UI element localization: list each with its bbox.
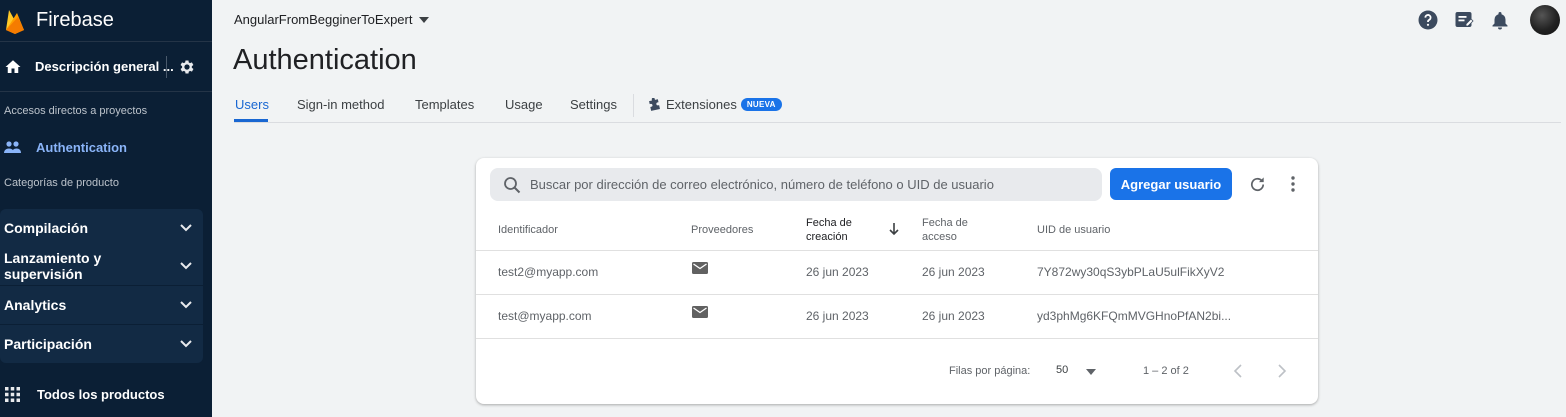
brand[interactable]: Firebase [0, 0, 212, 42]
search-field[interactable]: Buscar por dirección de correo electróni… [490, 168, 1102, 201]
column-header-created[interactable]: Fecha de creación [806, 216, 852, 244]
sidebar-group-build[interactable]: Compilación [0, 209, 203, 247]
page-title: Authentication [233, 44, 417, 76]
sidebar-item-all-products-label: Todos los productos [37, 387, 165, 402]
sidebar-item-overview-label: Descripción general ... [35, 59, 174, 74]
tab-bar: Users Sign-in method Templates Usage Set… [234, 88, 1561, 123]
user-uid[interactable]: 7Y872wy30qS3ybPLaU5ulFikXyV2 [1037, 265, 1224, 279]
sidebar: Firebase Descripción general ... Accesos… [0, 0, 212, 417]
brand-name: Firebase [36, 9, 114, 31]
chevron-left-icon[interactable] [1233, 364, 1243, 378]
search-icon [504, 176, 521, 193]
project-selector[interactable]: AngularFromBegginerToExpert [234, 12, 430, 27]
help-icon[interactable] [1418, 10, 1438, 30]
user-created-date: 26 jun 2023 [806, 265, 869, 279]
active-tab-indicator [234, 119, 268, 122]
sidebar-group-label: Lanzamiento y supervisión [4, 250, 102, 282]
chevron-right-icon[interactable] [1277, 364, 1287, 378]
mail-icon [692, 262, 708, 274]
user-identifier: test@myapp.com [498, 309, 592, 323]
tab-users[interactable]: Users [235, 97, 269, 112]
user-created-date: 26 jun 2023 [806, 309, 869, 323]
sidebar-group-label: Compilación [4, 220, 89, 236]
home-icon [5, 59, 21, 73]
shortcuts-section-label: Accesos directos a proyectos [4, 105, 148, 117]
column-header-created-line1: Fecha de [806, 217, 852, 229]
user-signed-in-date: 26 jun 2023 [922, 265, 985, 279]
user-avatar[interactable] [1530, 5, 1560, 35]
column-header-identifier[interactable]: Identificador [498, 223, 558, 237]
chevron-down-icon [180, 262, 192, 270]
chevron-down-icon [180, 301, 192, 309]
column-header-created-line2: creación [806, 231, 848, 243]
search-input[interactable]: Buscar por dirección de correo electróni… [530, 177, 994, 192]
pagination-range: 1 – 2 of 2 [1143, 365, 1189, 377]
chevron-down-icon [180, 224, 192, 232]
tab-templates[interactable]: Templates [415, 97, 474, 112]
rows-per-page-select[interactable]: 50 [1056, 364, 1068, 376]
firebase-logo-icon [6, 9, 24, 34]
more-vert-icon[interactable] [1284, 175, 1302, 193]
sidebar-group-engage[interactable]: Participación [0, 325, 203, 363]
apps-grid-icon [5, 387, 20, 402]
sidebar-item-authentication[interactable]: Authentication [0, 136, 212, 158]
caret-down-icon [419, 16, 430, 23]
tab-sign-in-method[interactable]: Sign-in method [297, 97, 384, 112]
rows-per-page-label: Filas por página: [949, 365, 1031, 377]
project-name: AngularFromBegginerToExpert [234, 12, 413, 27]
feedback-icon[interactable] [1454, 10, 1474, 30]
sidebar-item-all-products[interactable]: Todos los productos [0, 387, 165, 402]
divider [633, 94, 634, 117]
sidebar-group-release-monitor[interactable]: Lanzamiento y supervisión [0, 247, 203, 285]
mail-icon [692, 306, 708, 318]
divider [476, 338, 1318, 339]
sidebar-item-overview[interactable]: Descripción general ... [0, 42, 212, 92]
column-header-uid[interactable]: UID de usuario [1037, 223, 1110, 237]
tab-usage[interactable]: Usage [505, 97, 543, 112]
tab-extensions-label: Extensiones [666, 97, 737, 112]
puzzle-icon [649, 97, 660, 111]
add-user-button[interactable]: Agregar usuario [1110, 168, 1232, 200]
user-signed-in-date: 26 jun 2023 [922, 309, 985, 323]
sidebar-group-analytics[interactable]: Analytics [0, 286, 203, 324]
tab-extensions[interactable]: Extensiones NUEVA [648, 97, 782, 112]
users-table-card: Buscar por dirección de correo electróni… [476, 158, 1318, 404]
user-identifier: test2@myapp.com [498, 265, 599, 279]
divider [476, 294, 1318, 295]
column-header-signed-in-line2: acceso [922, 231, 957, 243]
sidebar-item-authentication-label: Authentication [36, 139, 127, 155]
categories-section-label: Categorías de producto [4, 177, 119, 189]
sidebar-group-label: Analytics [4, 297, 67, 313]
sort-arrow-down-icon[interactable] [888, 222, 900, 236]
notifications-bell-icon[interactable] [1490, 10, 1510, 30]
tab-settings[interactable]: Settings [570, 97, 617, 112]
chevron-down-icon [180, 340, 192, 348]
divider [166, 56, 167, 78]
sidebar-group-label: Participación [4, 336, 92, 352]
people-icon [4, 141, 21, 153]
refresh-icon[interactable] [1248, 175, 1267, 194]
new-badge: NUEVA [740, 98, 782, 111]
caret-down-icon[interactable] [1086, 369, 1096, 375]
gear-icon[interactable] [178, 58, 196, 76]
user-uid[interactable]: yd3phMg6KFQmMVGHnoPfAN2bi... [1037, 309, 1231, 323]
header-actions [1418, 5, 1566, 35]
column-header-signed-in-line1: Fecha de [922, 217, 968, 229]
column-header-providers[interactable]: Proveedores [691, 223, 753, 237]
column-header-signed-in[interactable]: Fecha de acceso [922, 216, 968, 244]
divider [476, 250, 1318, 251]
